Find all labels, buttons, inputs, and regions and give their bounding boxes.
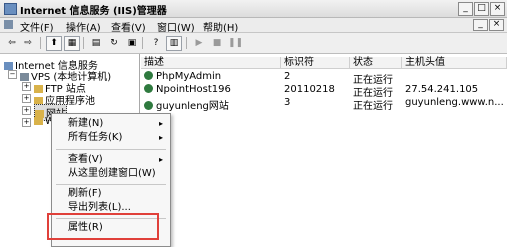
- pause-icon[interactable]: ❚❚: [227, 36, 243, 51]
- row-description: PhpMyAdmin: [144, 71, 221, 82]
- computer-icon: [20, 73, 29, 81]
- toolbar: ⇦ ⇨ ⬆ ▦ ▤ ↻ ▣ ? ▥ ▶ ■ ❚❚: [0, 33, 507, 54]
- menu-help[interactable]: 帮助(H): [203, 19, 238, 34]
- doc-close-button[interactable]: ×: [489, 19, 504, 31]
- context-item-label: 导出列表(L)...: [68, 202, 131, 213]
- context-item-label: 所有任务(K): [68, 132, 123, 143]
- menu-separator: [56, 149, 166, 150]
- toolbar-separator: [40, 37, 41, 49]
- column-header-status[interactable]: 状态: [350, 57, 402, 69]
- submenu-arrow-icon: ▸: [158, 133, 163, 142]
- row-description: NpointHost196: [144, 84, 231, 95]
- annotation-highlight-box: [47, 213, 159, 240]
- doc-minimize-button[interactable]: _: [473, 19, 488, 31]
- row-description-text: NpointHost196: [156, 84, 231, 95]
- expand-websites-icon[interactable]: +: [22, 106, 31, 115]
- play-icon[interactable]: ▶: [191, 36, 207, 51]
- collapse-server-icon[interactable]: −: [8, 70, 17, 79]
- toolbar-separator: [186, 37, 187, 49]
- website-running-icon: [144, 71, 153, 80]
- column-header-description[interactable]: 描述: [141, 57, 281, 69]
- row-id: 3: [284, 97, 291, 108]
- toolbar-separator: [142, 37, 143, 49]
- show-tree-icon[interactable]: ▦: [64, 36, 80, 51]
- context-item-label: 新建(N): [68, 118, 104, 129]
- context-item-all-tasks[interactable]: 所有任务(K) ▸: [52, 131, 170, 145]
- maximize-button[interactable]: □: [474, 2, 489, 16]
- list-pane: 描述 标识符 状态 主机头值 PhpMyAdmin 2 正在运行 NpointH…: [141, 54, 507, 245]
- up-folder-icon[interactable]: ⬆: [46, 36, 62, 51]
- submenu-arrow-icon: ▸: [158, 155, 163, 164]
- expand-webext-icon[interactable]: +: [22, 118, 31, 127]
- row-description-text: PhpMyAdmin: [156, 71, 222, 82]
- iis-icon: [4, 62, 13, 70]
- iis-app-icon: [4, 3, 17, 15]
- console-doc-icon: [4, 20, 13, 29]
- menu-view[interactable]: 查看(V): [111, 19, 146, 34]
- context-item-label: 从这里创建窗口(W): [68, 168, 156, 179]
- menu-bar: 文件(F) 操作(A) 查看(V) 窗口(W) 帮助(H) _ ×: [0, 18, 507, 34]
- website-running-icon: [144, 84, 153, 93]
- row-description-text: guyunleng网站: [156, 101, 229, 112]
- website-running-icon: [144, 101, 153, 110]
- expand-apppool-icon[interactable]: +: [22, 94, 31, 103]
- properties-icon[interactable]: ▤: [88, 36, 104, 51]
- context-item-new-window[interactable]: 从这里创建窗口(W): [52, 167, 170, 181]
- column-header-id[interactable]: 标识符: [281, 57, 350, 69]
- row-description: guyunleng网站: [144, 97, 229, 112]
- row-host: 27.54.241.105: [405, 84, 479, 95]
- menu-file[interactable]: 文件(F): [20, 19, 54, 34]
- help-icon[interactable]: ?: [148, 36, 164, 51]
- row-id: 2: [284, 71, 291, 82]
- close-button[interactable]: ×: [490, 2, 505, 16]
- context-item-label: 查看(V): [68, 154, 103, 165]
- forward-arrow-icon[interactable]: ⇨: [20, 36, 36, 51]
- toolbar-separator: [83, 37, 84, 49]
- column-header-host[interactable]: 主机头值: [402, 57, 507, 69]
- row-id: 20110218: [284, 84, 335, 95]
- menu-action[interactable]: 操作(A): [66, 19, 101, 34]
- minimize-button[interactable]: _: [458, 2, 473, 16]
- back-arrow-icon[interactable]: ⇦: [4, 36, 20, 51]
- stop-icon[interactable]: ■: [209, 36, 225, 51]
- context-item-label: 刷新(F): [68, 188, 102, 199]
- refresh-icon[interactable]: ↻: [106, 36, 122, 51]
- menu-separator: [56, 184, 166, 185]
- export-icon[interactable]: ▣: [124, 36, 140, 51]
- submenu-arrow-icon: ▸: [158, 119, 163, 128]
- context-item-refresh[interactable]: 刷新(F): [52, 187, 170, 201]
- context-item-new[interactable]: 新建(N) ▸: [52, 117, 170, 131]
- window-title: Internet 信息服务 (IIS)管理器: [20, 6, 167, 17]
- row-host: guyunleng.www.n...: [405, 97, 504, 108]
- menu-window[interactable]: 窗口(W): [157, 19, 195, 34]
- context-item-view[interactable]: 查看(V) ▸: [52, 153, 170, 167]
- console-icon[interactable]: ▥: [166, 36, 182, 51]
- row-status: 正在运行: [353, 101, 393, 112]
- title-bar: Internet 信息服务 (IIS)管理器 _ □ ×: [0, 0, 507, 18]
- expand-ftp-icon[interactable]: +: [22, 82, 31, 91]
- folder-icon: [34, 117, 43, 125]
